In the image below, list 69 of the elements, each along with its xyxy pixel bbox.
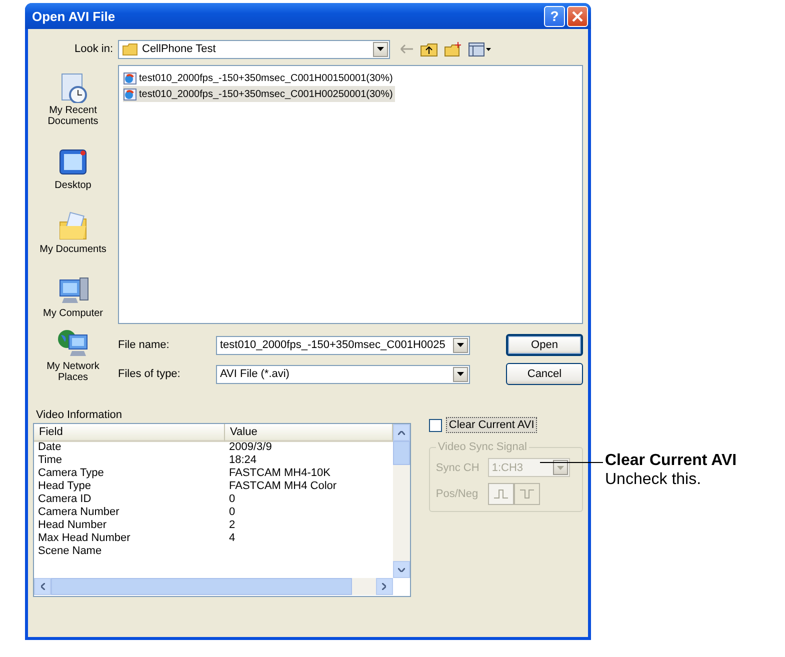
falling-edge-button[interactable] bbox=[514, 483, 540, 505]
file-item[interactable]: test010_2000fps_-150+350msec_C001H00150001(30%) bbox=[123, 70, 395, 86]
places-item[interactable]: My Computer bbox=[35, 259, 111, 321]
sync-ch-label: Sync CH bbox=[436, 462, 480, 474]
folder-up-icon[interactable] bbox=[420, 42, 438, 56]
places-item[interactable]: My Network Places bbox=[35, 323, 111, 385]
horizontal-scrollbar[interactable] bbox=[34, 578, 393, 595]
folder-icon bbox=[122, 42, 138, 56]
value-cell-text: 0 bbox=[228, 493, 236, 506]
video-sync-signal-label: Video Sync Signal bbox=[436, 441, 529, 453]
close-button[interactable] bbox=[567, 6, 588, 26]
vertical-scrollbar[interactable] bbox=[392, 424, 410, 578]
field-cell-text: Camera Number bbox=[37, 506, 120, 519]
field-cell-text: Camera ID bbox=[37, 493, 92, 506]
callout-title: Clear Current AVI bbox=[605, 452, 737, 470]
cancel-button[interactable]: Cancel bbox=[506, 363, 583, 385]
back-arrow-icon[interactable] bbox=[400, 44, 414, 54]
scroll-up-icon bbox=[398, 430, 405, 434]
file-type-dropdown[interactable]: AVI File (*.avi) bbox=[216, 364, 470, 384]
media-file-icon bbox=[123, 88, 137, 100]
field-cell-text: Camera Type bbox=[37, 467, 105, 480]
value-cell-text: 2009/3/9 bbox=[228, 441, 273, 454]
pos-neg-label: Pos/Neg bbox=[436, 488, 480, 500]
dropdown-arrow-icon bbox=[377, 47, 384, 51]
column-header[interactable]: Value bbox=[225, 424, 393, 442]
file-type-label: Files of type: bbox=[118, 368, 182, 380]
scroll-down-icon bbox=[398, 568, 405, 572]
rising-edge-button[interactable] bbox=[488, 483, 514, 505]
field-cell-text: Scene Name bbox=[37, 545, 103, 558]
places-item[interactable]: My Documents bbox=[35, 195, 111, 257]
dropdown-arrow-icon bbox=[457, 343, 464, 347]
view-menu-icon[interactable] bbox=[468, 42, 492, 56]
value-cell-text: FASTCAM MH4-10K bbox=[228, 467, 332, 480]
value-cell-text: 0 bbox=[228, 506, 236, 519]
dropdown-arrow-icon bbox=[556, 466, 564, 470]
look-in-dropdown[interactable]: CellPhone Test bbox=[118, 40, 390, 58]
file-item[interactable]: test010_2000fps_-150+350msec_C001H00250001(30%) bbox=[123, 86, 395, 102]
callout-text: Uncheck this. bbox=[605, 471, 702, 489]
field-cell-text: Head Number bbox=[37, 519, 108, 532]
value-cell-text: FASTCAM MH4 Color bbox=[228, 480, 338, 493]
value-cell-text: 4 bbox=[228, 532, 236, 545]
look-in-value: CellPhone Test bbox=[142, 43, 216, 55]
column-header[interactable]: Field bbox=[34, 424, 225, 442]
media-file-icon bbox=[123, 72, 137, 84]
value-cell-text: 2 bbox=[228, 519, 236, 532]
open-button[interactable]: Open bbox=[506, 334, 583, 356]
leader-line bbox=[540, 462, 603, 463]
close-icon bbox=[572, 10, 583, 22]
field-cell-text: Max Head Number bbox=[37, 532, 132, 545]
field-cell-text: Head Type bbox=[37, 480, 92, 493]
places-item[interactable]: Desktop bbox=[35, 131, 111, 193]
falling-edge-icon bbox=[520, 489, 534, 499]
field-cell-text: Time bbox=[37, 454, 64, 467]
network-computer-icon bbox=[56, 327, 90, 359]
file-name-label: File name: bbox=[118, 339, 170, 351]
window-title: Open AVI File bbox=[32, 8, 116, 24]
scrollbar-thumb[interactable] bbox=[51, 578, 352, 595]
scroll-left-icon bbox=[40, 583, 44, 590]
value-cell-text: 18:24 bbox=[228, 454, 258, 467]
file-name-dropdown[interactable]: test010_2000fps_-150+350msec_C001H0025 bbox=[216, 336, 470, 354]
field-cell-text: Date bbox=[37, 441, 62, 454]
scroll-right-icon bbox=[382, 583, 386, 590]
places-item[interactable]: My Recent Documents bbox=[35, 67, 111, 129]
dropdown-arrow-icon bbox=[457, 372, 464, 376]
scrollbar-thumb[interactable] bbox=[392, 441, 410, 465]
look-in-label: Look in: bbox=[73, 43, 113, 55]
video-information-label: Video Information bbox=[36, 409, 124, 421]
rising-edge-icon bbox=[494, 489, 508, 499]
new-folder-icon[interactable] bbox=[444, 42, 462, 56]
